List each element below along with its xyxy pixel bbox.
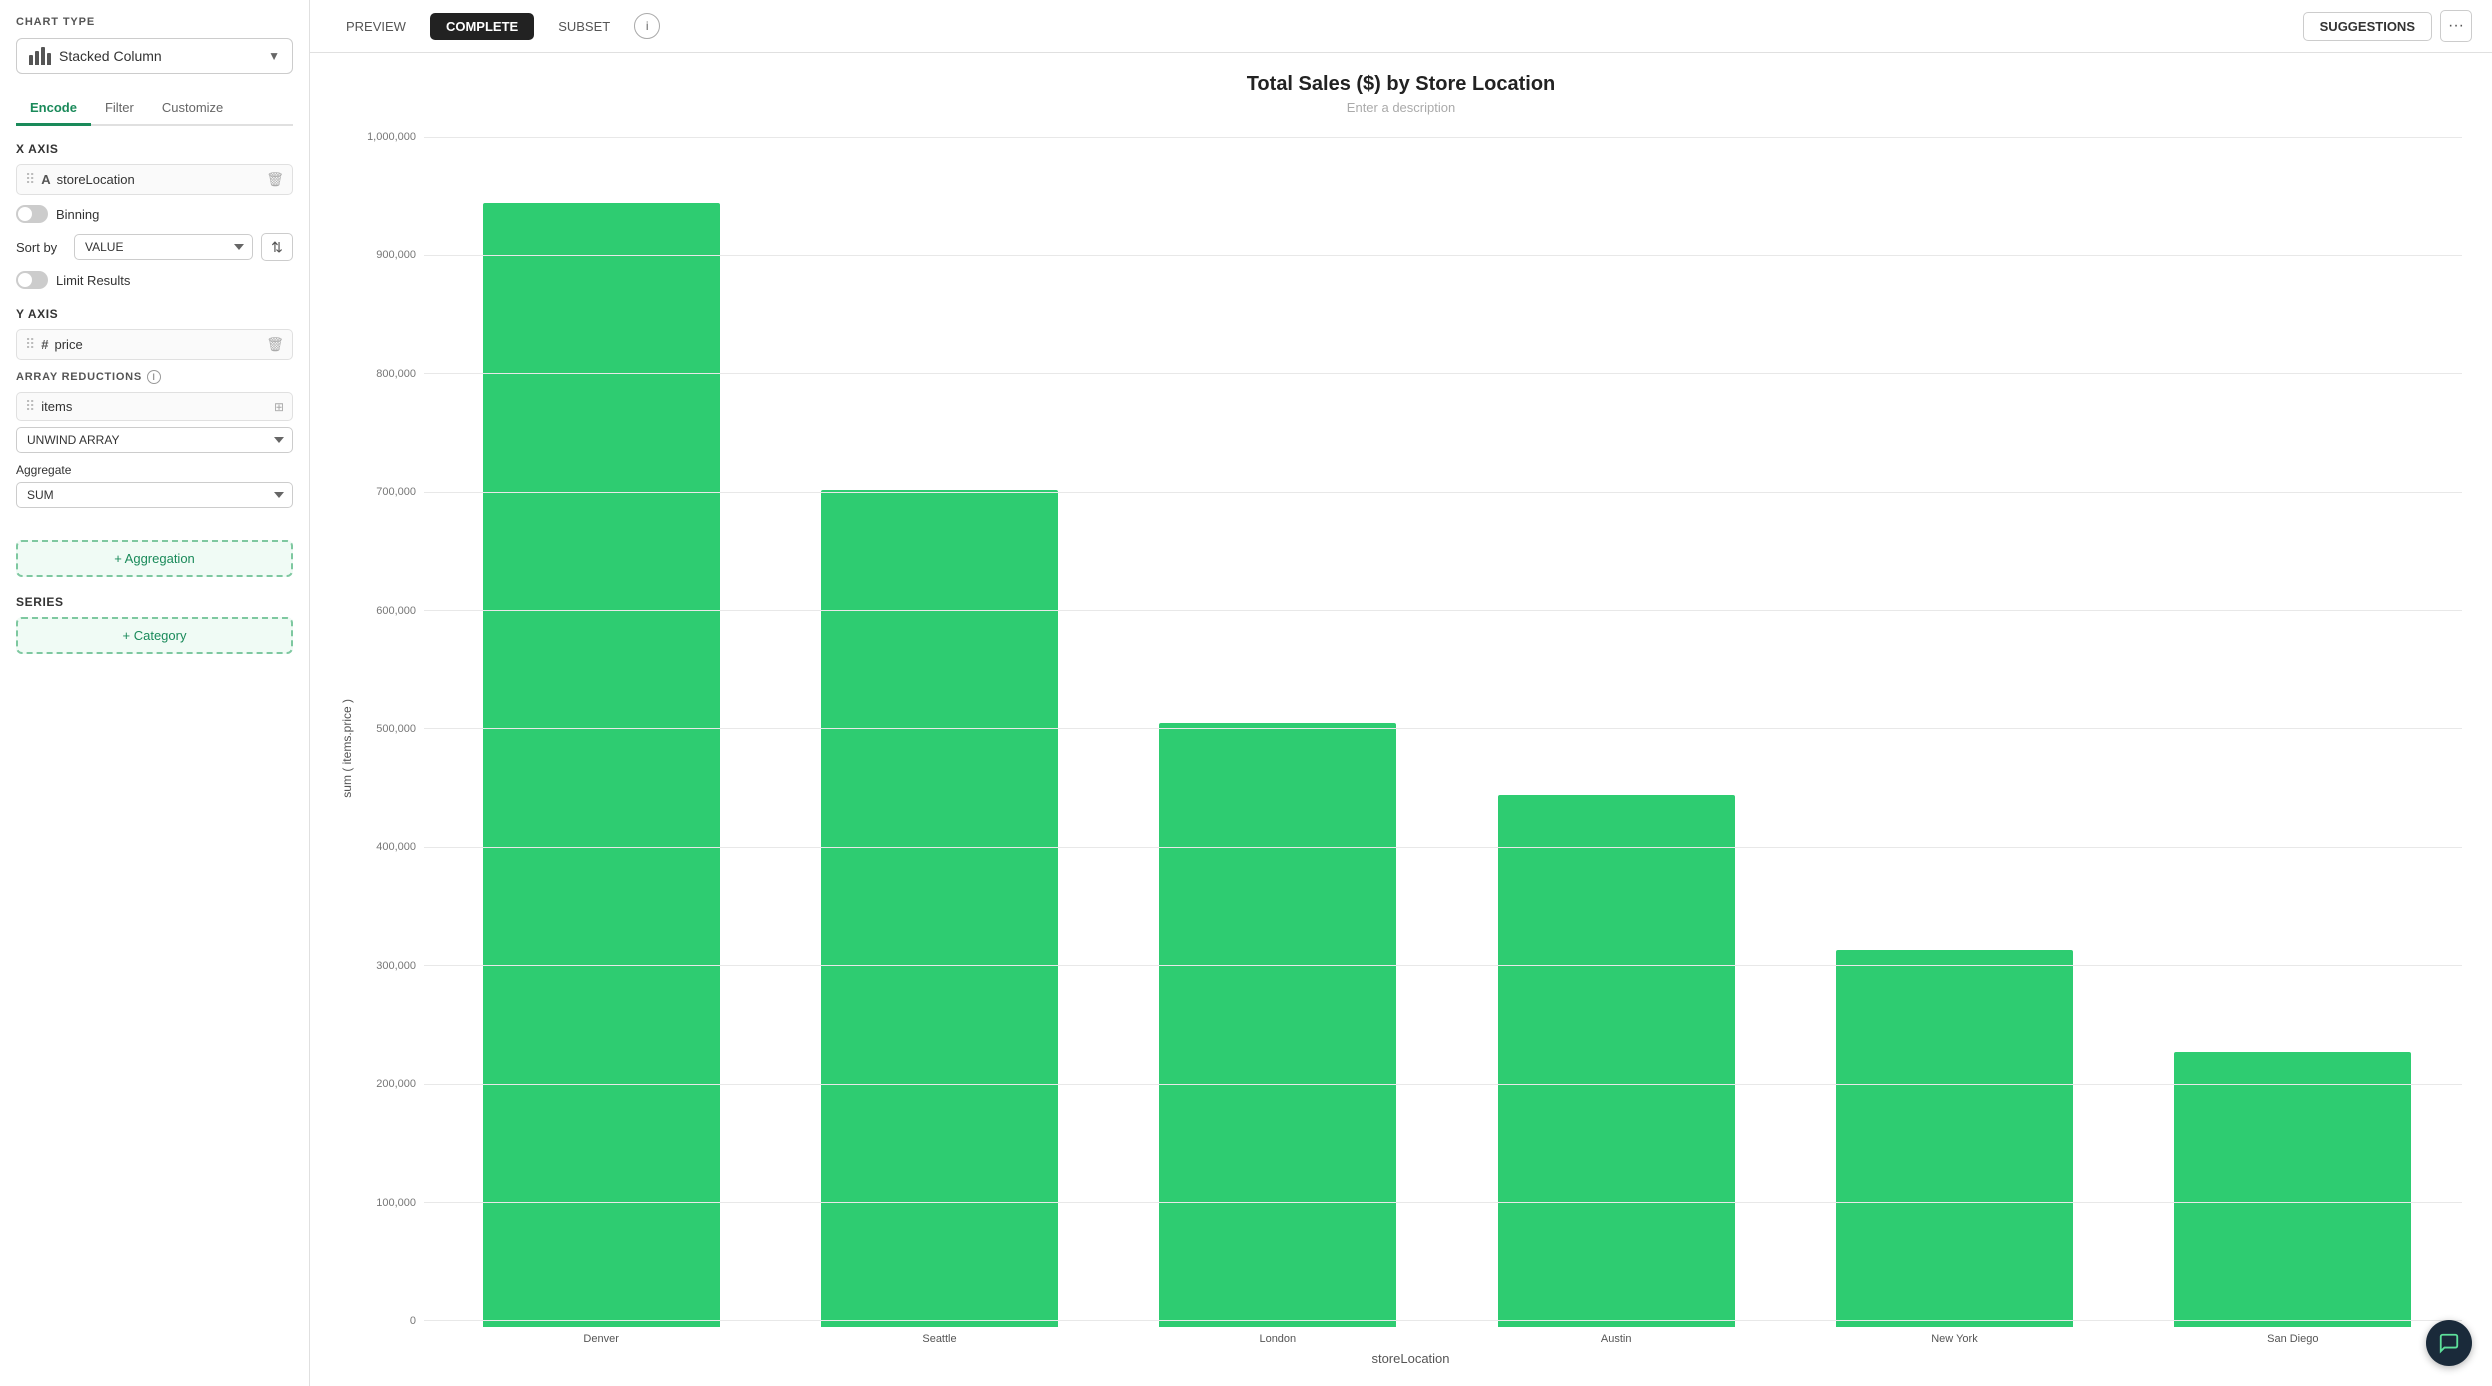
y-drag-handle-icon[interactable]: ⠿ (25, 336, 35, 353)
array-reductions-label: ARRAY REDUCTIONS i (16, 370, 293, 384)
bar[interactable] (821, 490, 1058, 1327)
chart-area: Total Sales ($) by Store Location Enter … (310, 53, 2492, 1386)
x-axis-label-item: San Diego (2124, 1333, 2462, 1345)
bar[interactable] (483, 203, 720, 1327)
info-button[interactable]: i (634, 13, 660, 39)
x-axis-field-row: ⠿ A storeLocation 🗑 (16, 164, 293, 195)
text-type-icon: A (41, 172, 50, 187)
x-axis-label-item: Austin (1447, 1333, 1785, 1345)
y-axis-title: sum ( items.price ) (340, 699, 354, 798)
limit-results-toggle[interactable] (16, 271, 48, 289)
x-axis-label-item: Seattle (770, 1333, 1108, 1345)
chevron-down-icon: ▼ (268, 49, 280, 63)
bar[interactable] (1498, 795, 1735, 1327)
bar-group[interactable] (2124, 131, 2462, 1327)
items-collapse-icon[interactable]: ⊞ (274, 400, 284, 414)
suggestions-button[interactable]: SUGGESTIONS (2303, 12, 2432, 41)
chart-type-left: Stacked Column (29, 47, 162, 65)
binning-toggle[interactable] (16, 205, 48, 223)
y-axis-field-delete-icon[interactable]: 🗑 (266, 336, 284, 353)
preview-tab[interactable]: PREVIEW (330, 13, 422, 40)
tab-customize[interactable]: Customize (148, 92, 237, 126)
x-axis-section: X Axis ⠿ A storeLocation 🗑 Binning Sort … (16, 142, 293, 289)
bar-group[interactable] (1447, 131, 1785, 1327)
aggregate-label: Aggregate (16, 463, 293, 477)
add-aggregation-button[interactable]: + Aggregation (16, 540, 293, 577)
left-panel: CHART TYPE Stacked Column ▼ Encode Filte… (0, 0, 310, 1386)
sort-order-button[interactable]: ⇅ (261, 233, 293, 261)
bar[interactable] (2174, 1052, 2411, 1327)
unwind-array-dropdown[interactable]: UNWIND ARRAY SUM AVG COUNT (16, 427, 293, 453)
x-axis-title: storeLocation (359, 1351, 2462, 1366)
items-field-name: items (41, 399, 268, 414)
chart-type-dropdown[interactable]: Stacked Column ▼ (16, 38, 293, 74)
x-axis-label-item: London (1109, 1333, 1447, 1345)
binning-toggle-row: Binning (16, 205, 293, 223)
subset-tab[interactable]: SUBSET (542, 13, 626, 40)
bar-group[interactable] (1109, 131, 1447, 1327)
chart-description[interactable]: Enter a description (340, 100, 2462, 115)
encode-tabs: Encode Filter Customize (16, 92, 293, 126)
numeric-type-icon: # (41, 337, 48, 352)
chart-type-label: CHART TYPE (16, 16, 293, 28)
binning-label: Binning (56, 207, 99, 222)
drag-handle-icon[interactable]: ⠿ (25, 171, 35, 188)
tab-filter[interactable]: Filter (91, 92, 148, 126)
y-axis-section: Y Axis ⠿ # price 🗑 ARRAY REDUCTIONS i ⠿ … (16, 307, 293, 508)
x-axis: DenverSeattleLondonAustinNew YorkSan Die… (359, 1333, 2462, 1345)
x-axis-label: X Axis (16, 142, 293, 156)
tab-encode[interactable]: Encode (16, 92, 91, 126)
y-axis-field-name: price (55, 337, 261, 352)
chart-inner: 1,000,000900,000800,000700,000600,000500… (359, 131, 2462, 1366)
x-axis-label-item: Denver (432, 1333, 770, 1345)
x-axis-field-delete-icon[interactable]: 🗑 (266, 171, 284, 188)
chat-button[interactable] (2426, 1320, 2472, 1366)
sort-by-label: Sort by (16, 240, 66, 255)
bar-group[interactable] (432, 131, 770, 1327)
y-axis-field-row: ⠿ # price 🗑 (16, 329, 293, 360)
complete-tab[interactable]: COMPLETE (430, 13, 534, 40)
bar[interactable] (1836, 950, 2073, 1327)
bar-group[interactable] (770, 131, 1108, 1327)
sort-by-dropdown[interactable]: VALUE LABEL (74, 234, 253, 260)
chart-title: Total Sales ($) by Store Location (340, 73, 2462, 96)
stacked-column-icon (29, 47, 51, 65)
bar-group[interactable] (1785, 131, 2123, 1327)
items-row: ⠿ items ⊞ (16, 392, 293, 421)
bar[interactable] (1159, 723, 1396, 1327)
series-label: Series (16, 595, 293, 609)
add-category-button[interactable]: + Category (16, 617, 293, 654)
right-panel: PREVIEW COMPLETE SUBSET i SUGGESTIONS ··… (310, 0, 2492, 1386)
limit-results-toggle-row: Limit Results (16, 271, 293, 289)
chart-type-name: Stacked Column (59, 48, 162, 64)
sort-by-row: Sort by VALUE LABEL ⇅ (16, 233, 293, 261)
aggregate-dropdown[interactable]: SUM AVG COUNT MIN MAX (16, 482, 293, 508)
array-reductions-info-icon[interactable]: i (147, 370, 161, 384)
y-axis-label: Y Axis (16, 307, 293, 321)
items-drag-icon[interactable]: ⠿ (25, 398, 35, 415)
more-options-button[interactable]: ··· (2440, 10, 2472, 42)
limit-results-label: Limit Results (56, 273, 130, 288)
bars-area (359, 131, 2462, 1327)
top-bar: PREVIEW COMPLETE SUBSET i SUGGESTIONS ··… (310, 0, 2492, 53)
x-axis-field-name: storeLocation (57, 172, 261, 187)
chart-plot: 1,000,000900,000800,000700,000600,000500… (359, 131, 2462, 1327)
chart-container: sum ( items.price ) 1,000,000900,000800,… (340, 131, 2462, 1366)
x-axis-label-item: New York (1785, 1333, 2123, 1345)
